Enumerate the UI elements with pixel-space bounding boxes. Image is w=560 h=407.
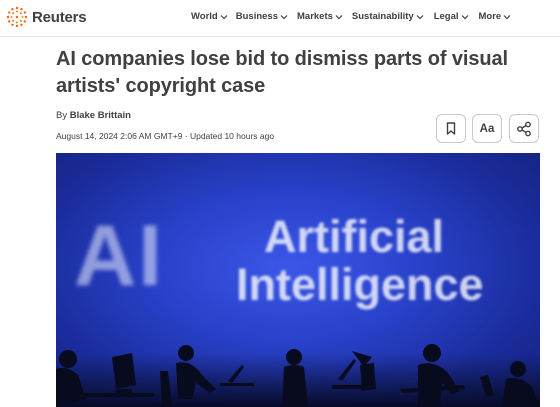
text-size-label: Aa — [479, 122, 495, 135]
share-button[interactable] — [509, 114, 539, 143]
top-bar: Reuters World Business Markets Sustainab… — [0, 0, 560, 36]
nav-item-label: World — [191, 11, 218, 22]
chevron-down-icon — [503, 14, 511, 19]
byline: By Blake Brittain — [56, 110, 131, 121]
hero-silhouettes — [56, 344, 540, 407]
nav-item-sustainability[interactable]: Sustainability — [352, 11, 424, 22]
nav-item-more[interactable]: More — [479, 11, 512, 22]
nav-item-label: Legal — [433, 11, 459, 22]
share-icon — [517, 121, 531, 136]
chevron-down-icon — [280, 14, 288, 19]
brand-name: Reuters — [32, 8, 87, 26]
article-headline: AI companies lose bid to dismiss parts o… — [56, 48, 508, 97]
bookmark-button[interactable] — [436, 114, 466, 143]
article-dateline: August 14, 2024 2:06 AM GMT+9 · Updated … — [56, 131, 275, 141]
reuters-logo-icon — [6, 6, 28, 28]
hero-image: AI Artificial Intelligence — [56, 153, 540, 407]
text-size-button[interactable]: Aa — [472, 114, 502, 143]
chevron-down-icon — [461, 14, 468, 19]
bookmark-icon — [446, 122, 456, 135]
nav-item-label: Sustainability — [351, 11, 414, 22]
chevron-down-icon — [220, 14, 228, 19]
nav-item-label: Business — [235, 11, 278, 22]
chevron-down-icon — [335, 14, 343, 19]
nav-item-business[interactable]: Business — [236, 11, 288, 22]
nav-item-legal[interactable]: Legal — [434, 11, 469, 22]
chevron-down-icon — [416, 14, 424, 19]
author-link[interactable]: Blake Brittain — [70, 110, 131, 121]
byline-prefix: By — [56, 110, 68, 121]
nav-item-label: Markets — [297, 11, 333, 22]
main-nav: World Business Markets Sustainability Le… — [191, 11, 511, 22]
reuters-logo[interactable]: Reuters — [6, 6, 87, 28]
nav-item-markets[interactable]: Markets — [297, 11, 343, 22]
nav-item-label: More — [478, 11, 502, 22]
header-divider — [0, 36, 560, 37]
nav-item-world[interactable]: World — [191, 11, 228, 22]
